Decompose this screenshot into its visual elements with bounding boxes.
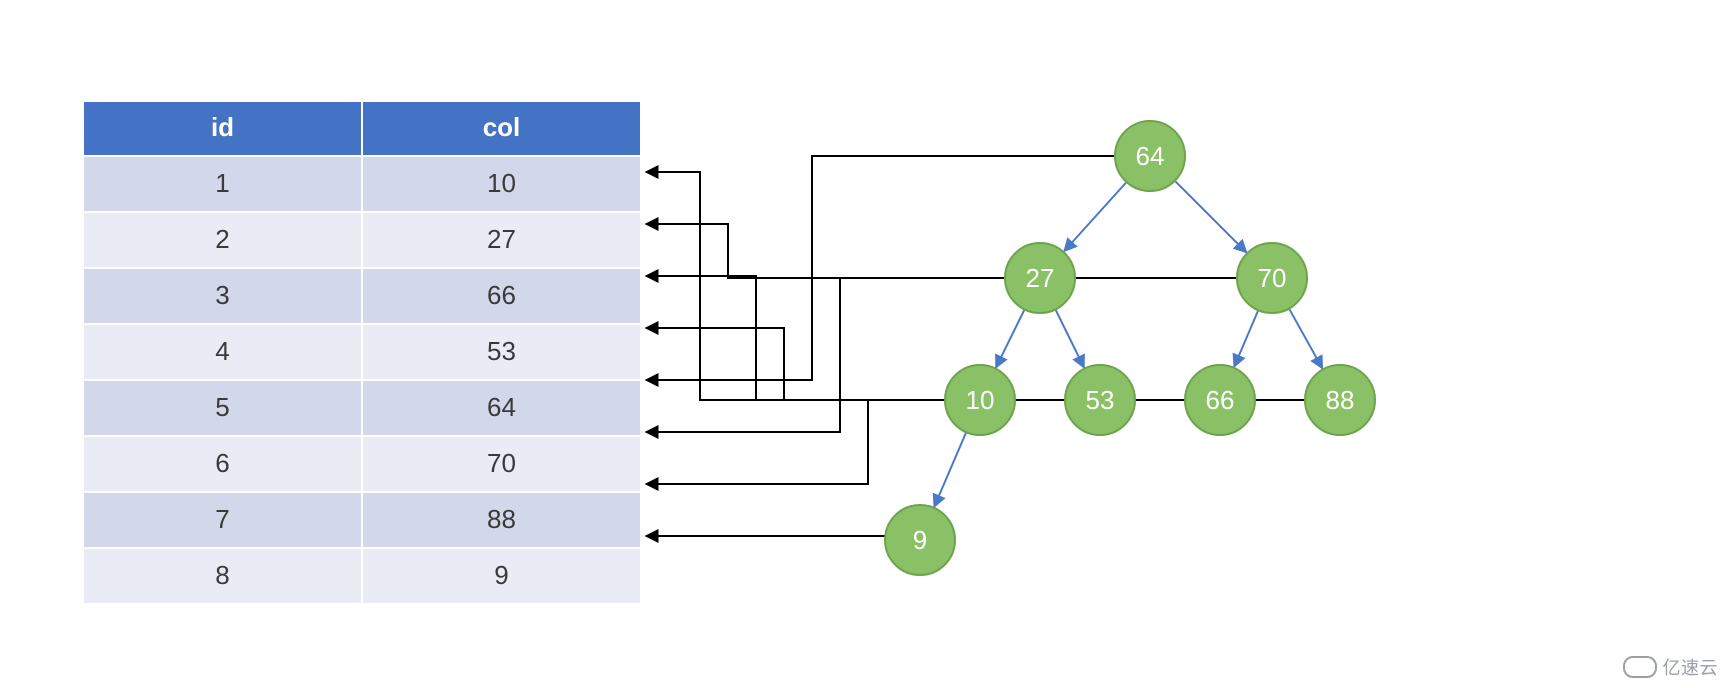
tree-node: 9 bbox=[884, 504, 956, 576]
tree-node: 64 bbox=[1114, 120, 1186, 192]
watermark: 亿速云 bbox=[1623, 654, 1719, 680]
cell-col: 53 bbox=[362, 324, 641, 380]
table-row: 788 bbox=[83, 492, 641, 548]
cell-id: 6 bbox=[83, 436, 362, 492]
cell-col: 9 bbox=[362, 548, 641, 604]
cloud-icon bbox=[1623, 656, 1657, 678]
cell-id: 8 bbox=[83, 548, 362, 604]
cell-id: 5 bbox=[83, 380, 362, 436]
table-row: 564 bbox=[83, 380, 641, 436]
cell-col: 88 bbox=[362, 492, 641, 548]
mapping-links bbox=[646, 156, 1304, 540]
tree-node: 10 bbox=[944, 364, 1016, 436]
diagram-canvas: id col 110 227 366 453 564 670 788 89 bbox=[0, 0, 1732, 688]
cell-id: 2 bbox=[83, 212, 362, 268]
tree-node: 70 bbox=[1236, 242, 1308, 314]
tree-node: 27 bbox=[1004, 242, 1076, 314]
tree-node: 53 bbox=[1064, 364, 1136, 436]
table-row: 110 bbox=[83, 156, 641, 212]
cell-id: 7 bbox=[83, 492, 362, 548]
table-row: 366 bbox=[83, 268, 641, 324]
th-id: id bbox=[83, 101, 362, 156]
cell-id: 3 bbox=[83, 268, 362, 324]
watermark-text: 亿速云 bbox=[1663, 654, 1719, 680]
tree-edges bbox=[934, 181, 1322, 506]
cell-id: 4 bbox=[83, 324, 362, 380]
cell-col: 10 bbox=[362, 156, 641, 212]
table-row: 670 bbox=[83, 436, 641, 492]
tree-node: 66 bbox=[1184, 364, 1256, 436]
cell-col: 70 bbox=[362, 436, 641, 492]
cell-col: 66 bbox=[362, 268, 641, 324]
cell-col: 27 bbox=[362, 212, 641, 268]
data-table: id col 110 227 366 453 564 670 788 89 bbox=[82, 100, 642, 605]
th-col: col bbox=[362, 101, 641, 156]
tree-node: 88 bbox=[1304, 364, 1376, 436]
table-row: 89 bbox=[83, 548, 641, 604]
table-row: 453 bbox=[83, 324, 641, 380]
cell-id: 1 bbox=[83, 156, 362, 212]
cell-col: 64 bbox=[362, 380, 641, 436]
table-row: 227 bbox=[83, 212, 641, 268]
